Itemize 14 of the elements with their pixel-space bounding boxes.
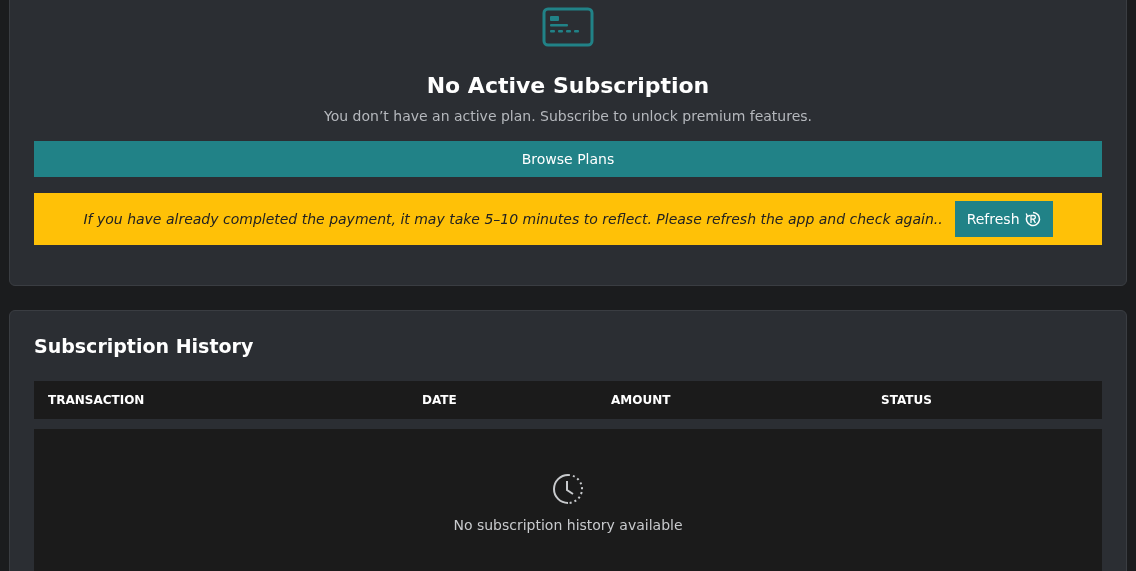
column-header: AMOUNT [611,393,672,407]
notice-text: If you have already completed the payment, it may take 5–10 minutes to reflect. Please refresh the app and check again.. [83,211,943,227]
credit-card-icon [542,7,594,47]
empty-message: No subscription history available [453,517,683,533]
column-header: TRANSACTION [48,393,146,407]
subscription-title: No Active Subscription [426,73,710,98]
clock-icon [552,473,584,505]
column-header: DATE [422,393,458,407]
column-header: STATUS [881,393,933,407]
refresh-button[interactable]: Refresh [954,201,1053,237]
browse-plans-button[interactable]: Browse Plans [34,141,1102,177]
history-title: Subscription History [34,335,255,357]
subscription-message: You don’t have an active plan. Subscribe to unlock premium features. [323,108,813,124]
refresh-icon [1024,211,1041,227]
